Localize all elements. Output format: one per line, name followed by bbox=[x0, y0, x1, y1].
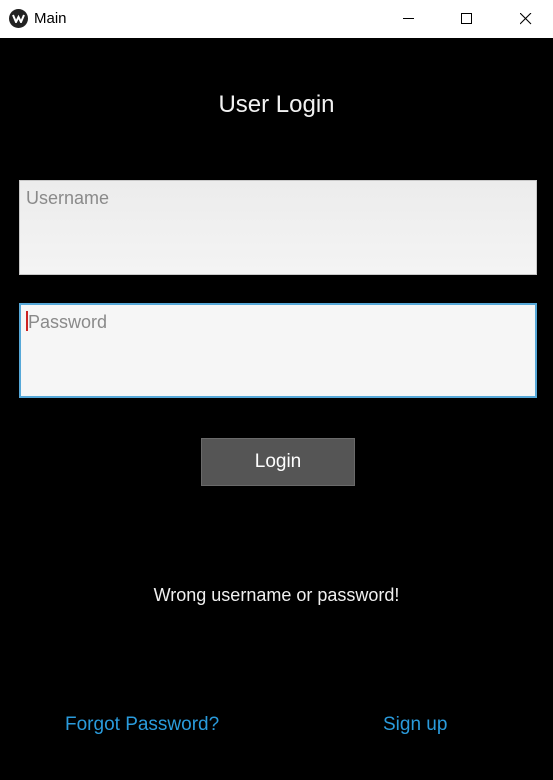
login-screen: User Login Username Password Login Wrong… bbox=[0, 38, 553, 780]
minimize-icon bbox=[403, 18, 414, 19]
password-placeholder: Password bbox=[28, 312, 108, 332]
password-input[interactable]: Password bbox=[19, 303, 537, 398]
forgot-password-link[interactable]: Forgot Password? bbox=[65, 714, 219, 736]
minimize-button[interactable] bbox=[380, 0, 438, 38]
username-input[interactable]: Username bbox=[19, 180, 537, 275]
sign-up-link[interactable]: Sign up bbox=[383, 714, 447, 736]
close-button[interactable] bbox=[497, 0, 553, 38]
login-button[interactable]: Login bbox=[201, 438, 355, 486]
maximize-icon bbox=[461, 13, 472, 24]
kivy-logo-icon bbox=[9, 9, 28, 28]
error-message: Wrong username or password! bbox=[153, 585, 400, 605]
page-title: User Login bbox=[218, 91, 335, 118]
username-placeholder: Username bbox=[26, 188, 110, 208]
maximize-button[interactable] bbox=[438, 0, 496, 38]
close-icon bbox=[520, 13, 532, 25]
window-titlebar: Main bbox=[0, 0, 553, 38]
window-title: Main bbox=[34, 10, 67, 27]
